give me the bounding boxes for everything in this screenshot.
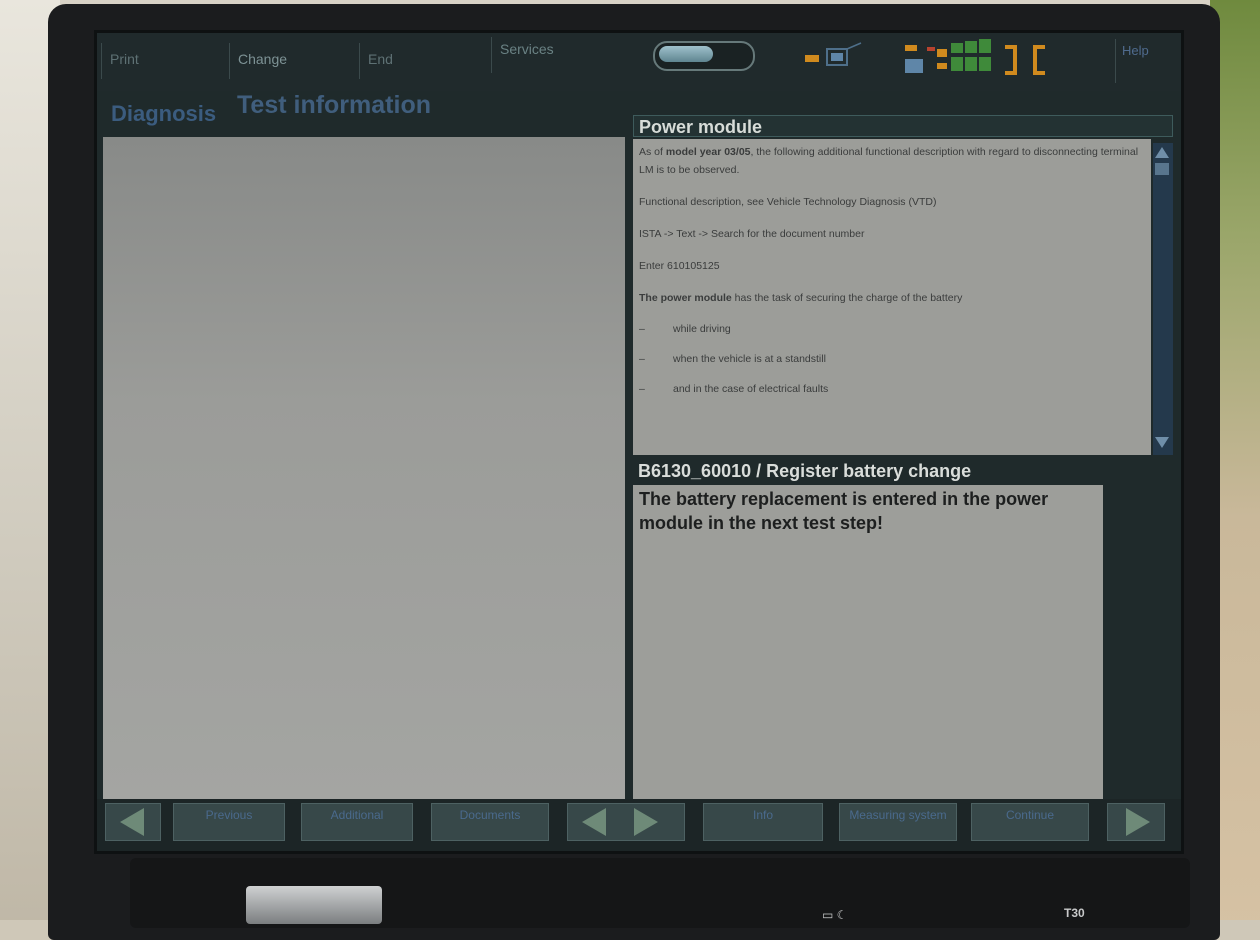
test-step-title: B6130_60010 / Register battery change — [638, 461, 972, 481]
navigation-arrows[interactable] — [567, 803, 685, 841]
arrow-right-icon — [1126, 808, 1150, 836]
menu-services[interactable]: Services — [491, 37, 619, 73]
scrollbar[interactable] — [1153, 143, 1173, 455]
list-item: – while driving — [639, 321, 1143, 337]
toggle-knob — [659, 46, 713, 62]
menu-bar: Print Change End Services Help — [97, 33, 1181, 91]
paragraph-model-year: As of model year 03/05, the following ad… — [639, 143, 1143, 179]
paragraph-functional-description: Functional description, see Vehicle Tech… — [639, 196, 937, 208]
scroll-up-arrow-icon[interactable] — [1155, 147, 1169, 158]
list-item-text: and in the case of electrical faults — [673, 383, 829, 395]
menu-print[interactable]: Print — [101, 43, 229, 79]
bullet-dash: – — [639, 323, 645, 335]
test-step-message: The battery replacement is entered in th… — [633, 485, 1103, 801]
text: As of — [639, 146, 666, 158]
paragraph-power-module-task: The power module has the task of securin… — [639, 289, 1143, 307]
connection-status-icon — [805, 39, 1045, 75]
arrow-left-icon[interactable] — [582, 808, 606, 836]
documents-button[interactable]: Documents — [431, 803, 549, 841]
paragraph-ista-path: ISTA -> Text -> Search for the document … — [639, 228, 865, 240]
bullet-dash: – — [639, 383, 645, 395]
arrow-right-icon[interactable] — [634, 808, 658, 836]
power-module-text: As of model year 03/05, the following ad… — [633, 139, 1151, 455]
mode-toggle[interactable] — [653, 41, 755, 71]
forward-button[interactable] — [1107, 803, 1165, 841]
arrow-left-icon — [120, 808, 144, 836]
tab-test-information[interactable]: Test information — [237, 91, 431, 120]
list-item-text: while driving — [673, 323, 731, 335]
continue-button[interactable]: Continue — [971, 803, 1089, 841]
power-module-title: Power module — [633, 115, 1173, 137]
list-item: – and in the case of electrical faults — [639, 381, 1143, 397]
diagnosis-screen: Print Change End Services Help Diagnosis… — [94, 30, 1184, 854]
bottom-button-bar: Previous Additional Documents Info Measu… — [97, 799, 1181, 851]
menu-change[interactable]: Change — [229, 43, 357, 79]
info-button[interactable]: Info — [703, 803, 823, 841]
previous-button[interactable]: Previous — [173, 803, 285, 841]
bullet-dash: – — [639, 353, 645, 365]
help-button[interactable]: Help — [1115, 39, 1173, 83]
back-button[interactable] — [105, 803, 161, 841]
additional-button[interactable]: Additional — [301, 803, 413, 841]
text: has the task of securing the charge of t… — [731, 292, 963, 304]
bold-text: The power module — [639, 292, 732, 304]
scroll-down-arrow-icon[interactable] — [1155, 437, 1169, 448]
left-content-panel — [103, 137, 625, 799]
tab-diagnosis[interactable]: Diagnosis — [111, 101, 216, 127]
laptop-latch — [246, 886, 382, 924]
menu-end[interactable]: End — [359, 43, 487, 79]
list-item-text: when the vehicle is at a standstill — [673, 353, 826, 365]
status-indicators — [805, 39, 1115, 79]
laptop-model-label: T30 — [1064, 906, 1085, 920]
scroll-thumb[interactable] — [1155, 163, 1169, 175]
power-indicator-icon: ▭ ☾ — [822, 908, 848, 922]
bold-text: model year 03/05 — [665, 146, 751, 158]
measuring-system-button[interactable]: Measuring system — [839, 803, 957, 841]
paragraph-document-number: Enter 610105125 — [639, 260, 720, 272]
list-item: – when the vehicle is at a standstill — [639, 351, 1143, 367]
